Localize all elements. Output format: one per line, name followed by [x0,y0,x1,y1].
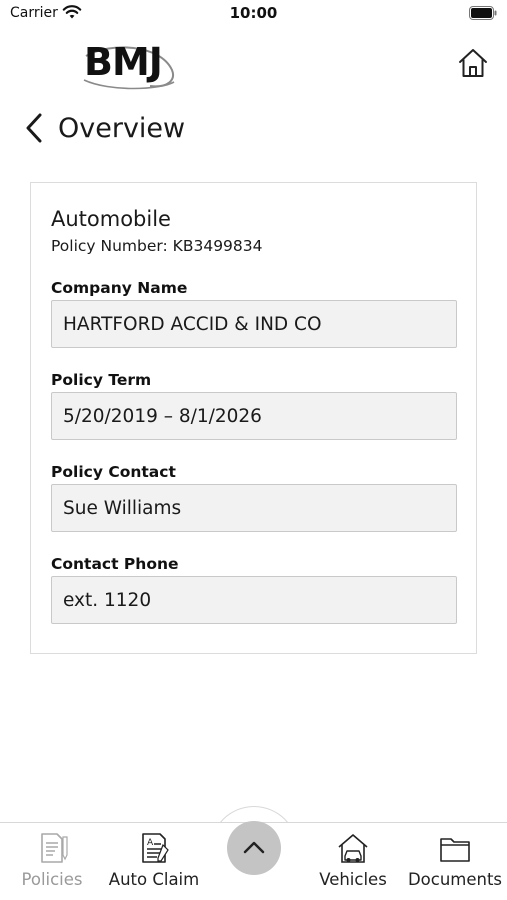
chevron-left-icon[interactable] [24,112,44,144]
policies-document-icon [41,833,68,863]
company-name-label: Company Name [51,279,188,297]
home-button[interactable] [454,44,492,82]
company-name-field: HARTFORD ACCID & IND CO [51,300,457,348]
status-time: 10:00 [229,4,278,22]
policy-contact-field: Sue Williams [51,484,457,532]
back-navigation[interactable]: Overview [24,108,185,148]
policy-overview-screen: Carrier 10:00 BMJ Overview Automobile Po… [0,0,507,900]
page-title: Overview [58,112,186,144]
vehicles-garage-icon [338,834,368,863]
tab-vehicles[interactable]: Vehicles [308,823,398,900]
policy-number-value: KB3499834 [172,237,263,255]
policy-type: Automobile [51,207,171,231]
policy-card: Automobile Policy Number: KB3499834 Comp… [30,182,477,654]
policy-contact-value: Sue Williams [63,497,182,519]
contact-phone-value: ext. 1120 [63,589,152,611]
bmj-logo: BMJ [80,40,180,90]
auto-claim-form-icon: A [142,833,169,863]
tab-auto-claim[interactable]: A Auto Claim [104,823,204,900]
status-bar: Carrier 10:00 [0,0,507,28]
policy-contact-label: Policy Contact [51,463,176,481]
home-icon [459,49,487,77]
contact-phone-field[interactable]: ext. 1120 [51,576,457,624]
expand-menu-button[interactable] [227,821,281,875]
policy-term-field: 5/20/2019 – 8/1/2026 [51,392,457,440]
svg-text:A: A [147,838,154,848]
policy-number: Policy Number: KB3499834 [51,237,263,255]
tab-policies[interactable]: Policies [6,823,98,900]
tab-policies-label: Policies [21,870,83,889]
tab-documents-label: Documents [407,870,503,889]
policy-number-label: Policy Number: [51,237,168,255]
policy-term-value: 5/20/2019 – 8/1/2026 [63,405,262,427]
tab-documents[interactable]: Documents [406,823,504,900]
documents-folder-icon [440,838,470,862]
contact-phone-label: Contact Phone [51,555,179,573]
tab-vehicles-label: Vehicles [319,870,387,889]
tab-auto-claim-label: Auto Claim [108,870,200,889]
logo-text: BMJ [84,40,163,84]
company-name-value: HARTFORD ACCID & IND CO [63,313,322,335]
policy-term-label: Policy Term [51,371,152,389]
chevron-up-icon [243,841,265,854]
battery-icon [469,6,497,20]
